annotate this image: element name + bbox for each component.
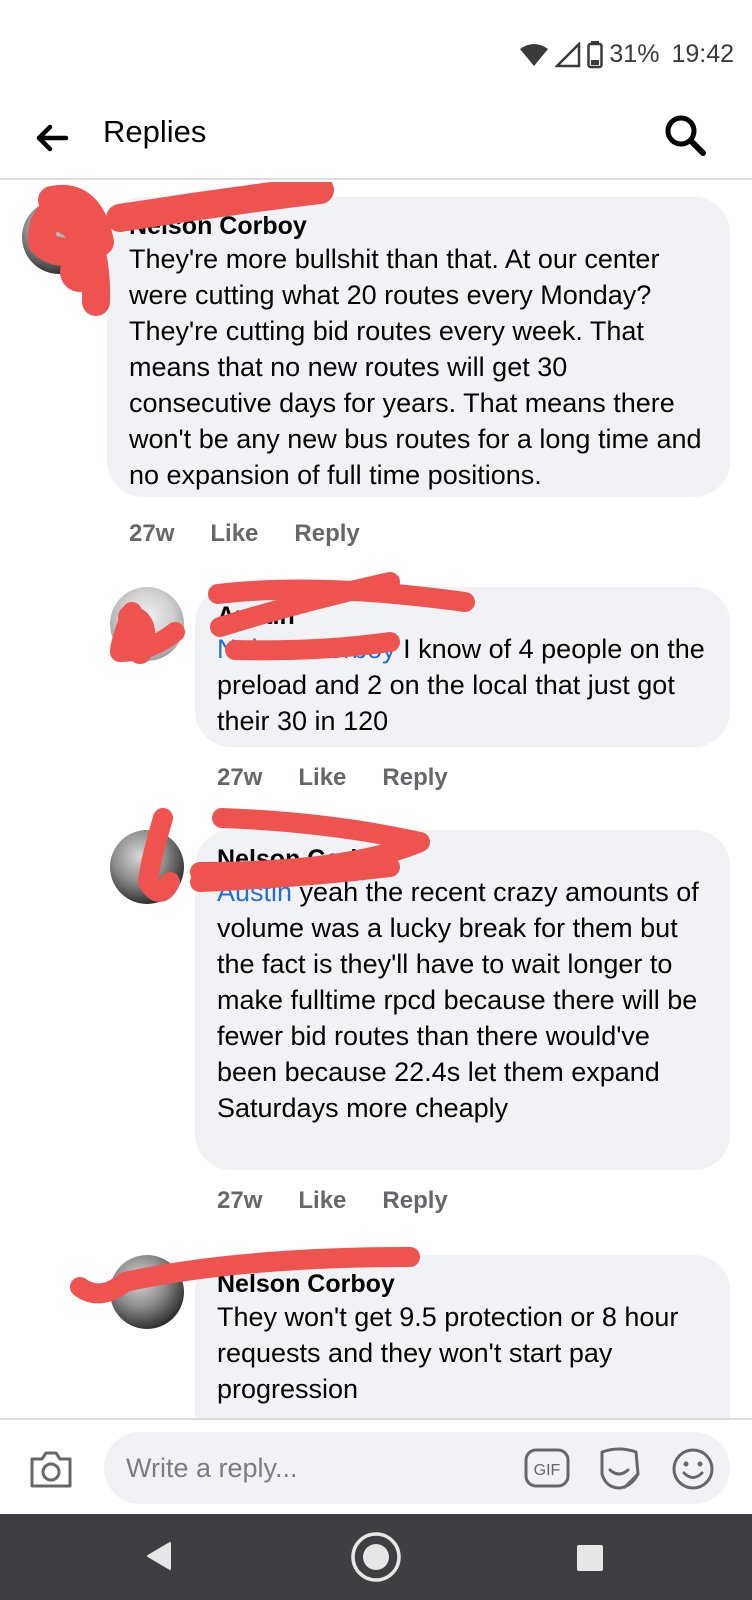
triangle-back-icon xyxy=(147,1542,171,1570)
camera-icon xyxy=(30,1451,72,1488)
arrow-left-icon xyxy=(36,124,69,152)
gif-icon: GIF xyxy=(524,1448,570,1488)
battery-percent: 31% xyxy=(609,40,660,68)
home-circle-icon xyxy=(351,1532,401,1582)
battery-icon xyxy=(587,40,604,68)
nav-home-button[interactable] xyxy=(350,1531,402,1588)
search-button[interactable] xyxy=(662,112,708,158)
square-recents-icon xyxy=(577,1545,603,1571)
nav-back-button[interactable] xyxy=(144,1540,174,1577)
emoji-icon xyxy=(672,1448,714,1490)
comment-author[interactable]: Nelson Corboy xyxy=(217,1269,708,1299)
status-icons: 31% 19:42 xyxy=(519,40,734,69)
nav-recents-button[interactable] xyxy=(576,1544,604,1577)
cell-signal-icon xyxy=(555,41,581,67)
sticker-button[interactable] xyxy=(596,1444,642,1492)
clock: 19:42 xyxy=(671,40,734,68)
emoji-button[interactable] xyxy=(670,1446,716,1492)
back-button[interactable] xyxy=(30,116,74,160)
avatar[interactable] xyxy=(110,1255,184,1329)
wifi-icon xyxy=(520,43,549,66)
header: Replies xyxy=(0,100,752,180)
system-navigation-bar xyxy=(0,1514,752,1600)
gif-button[interactable]: GIF xyxy=(524,1448,570,1488)
camera-button[interactable] xyxy=(28,1446,74,1492)
comment-bubble: Nelson Corboy They won't get 9.5 protect… xyxy=(195,1255,730,1418)
reply-composer: GIF xyxy=(0,1418,752,1514)
comment-thread: Nelson Corboy They're more bullshit than… xyxy=(0,182,752,1418)
comment-text: They won't get 9.5 protection or 8 hour … xyxy=(217,1302,679,1404)
sticker-icon xyxy=(600,1447,640,1490)
status-bar: 31% 19:42 xyxy=(0,0,752,110)
search-icon xyxy=(665,115,706,156)
gif-label: GIF xyxy=(534,1462,561,1479)
page-title: Replies xyxy=(103,114,207,149)
comment: Nelson Corboy They won't get 9.5 protect… xyxy=(0,182,752,1418)
